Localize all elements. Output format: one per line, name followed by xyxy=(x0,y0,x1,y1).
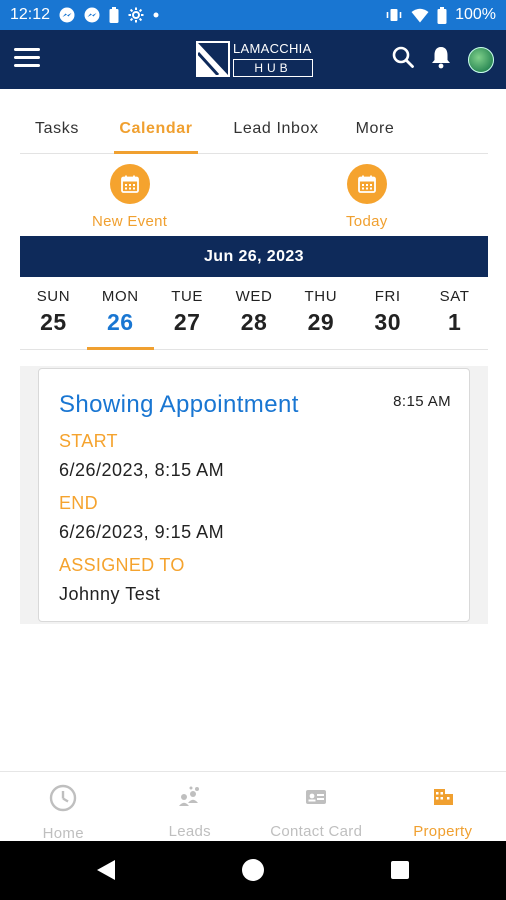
day-sat[interactable]: SAT 1 xyxy=(421,288,488,349)
calendar-icon xyxy=(346,164,387,204)
tab-calendar[interactable]: Calendar xyxy=(114,108,198,154)
vibrate-icon xyxy=(385,7,403,23)
tab-lead-inbox[interactable]: Lead Inbox xyxy=(226,108,326,153)
menu-button[interactable] xyxy=(14,48,40,70)
logo-bottom-text: HUB xyxy=(233,59,313,77)
date-banner: Jun 26, 2023 xyxy=(20,236,488,277)
assigned-value: Johnny Test xyxy=(59,584,161,604)
lamacchia-logo[interactable]: LAMACCHIA HUB xyxy=(196,41,314,77)
bell-icon[interactable] xyxy=(430,45,452,74)
day-name: SUN xyxy=(36,288,71,305)
event-card[interactable]: Showing Appointment 8:15 AM START 6/26/2… xyxy=(38,368,470,622)
day-number: 30 xyxy=(374,309,402,335)
recents-icon[interactable] xyxy=(390,860,410,885)
battery-icon xyxy=(437,6,447,24)
day-name: TUE xyxy=(171,288,204,305)
avatar[interactable] xyxy=(468,46,494,73)
logo-top-text: LAMACCHIA xyxy=(233,41,312,56)
event-time: 8:15 AM xyxy=(393,393,451,410)
status-bar: 12:12 100% xyxy=(0,0,506,30)
events-list: Showing Appointment 8:15 AM START 6/26/2… xyxy=(20,366,488,624)
menu-icon xyxy=(14,64,40,67)
new-event-label: New Event xyxy=(92,213,168,230)
nav-label: Leads xyxy=(168,823,211,840)
today-label: Today xyxy=(346,213,388,230)
nav-contact-card[interactable]: Contact Card xyxy=(253,772,380,841)
tab-more[interactable]: More xyxy=(348,108,402,153)
back-icon[interactable] xyxy=(96,859,116,886)
home-icon[interactable] xyxy=(241,858,265,887)
dot-icon xyxy=(153,12,159,18)
end-value: 6/26/2023, 9:15 AM xyxy=(59,522,225,542)
day-number: 29 xyxy=(307,309,335,335)
system-navigation-bar xyxy=(0,841,506,900)
nav-label: Property xyxy=(413,823,473,840)
top-tabs: Tasks Calendar Lead Inbox More xyxy=(20,108,488,154)
calendar-icon xyxy=(109,164,150,204)
nav-leads[interactable]: Leads xyxy=(127,772,254,841)
week-strip: SUN 25 MON 26 TUE 27 WED 28 THU 29 FRI 3… xyxy=(20,288,488,350)
bottom-nav: Home Leads Contact Card Property xyxy=(0,771,506,842)
new-event-button[interactable]: New Event xyxy=(92,164,167,230)
day-name: SAT xyxy=(439,288,470,305)
tab-tasks[interactable]: Tasks xyxy=(20,108,94,153)
day-name: WED xyxy=(235,288,273,305)
assigned-label: ASSIGNED TO xyxy=(59,555,185,575)
day-name: THU xyxy=(304,288,338,305)
battery-percent: 100% xyxy=(455,6,496,23)
contact-card-icon xyxy=(304,784,328,815)
start-value: 6/26/2023, 8:15 AM xyxy=(59,460,225,480)
day-wed[interactable]: WED 28 xyxy=(221,288,288,349)
day-name: FRI xyxy=(374,288,401,305)
battery-alert-icon xyxy=(109,7,119,23)
day-name: MON xyxy=(101,288,139,305)
logo-mark-icon xyxy=(196,41,230,77)
day-thu[interactable]: THU 29 xyxy=(287,288,354,349)
status-time: 12:12 xyxy=(10,6,51,23)
property-icon xyxy=(431,784,455,815)
nav-label: Home xyxy=(42,825,84,842)
day-sun[interactable]: SUN 25 xyxy=(20,288,87,349)
calendar-quick-actions: New Event Today xyxy=(20,164,488,234)
day-number: 27 xyxy=(173,309,201,335)
event-title: Showing Appointment xyxy=(59,391,299,418)
day-mon[interactable]: MON 26 xyxy=(86,288,154,350)
menu-icon xyxy=(14,56,40,59)
day-fri[interactable]: FRI 30 xyxy=(354,288,421,349)
day-number: 28 xyxy=(240,309,268,335)
nav-property[interactable]: Property xyxy=(380,772,506,841)
today-button[interactable]: Today xyxy=(346,164,388,230)
clock-icon xyxy=(49,784,77,817)
day-number: 1 xyxy=(447,309,462,335)
day-number: 26 xyxy=(106,309,134,335)
wifi-icon xyxy=(411,8,429,23)
nav-home[interactable]: Home xyxy=(0,772,127,842)
day-number: 25 xyxy=(40,309,67,335)
day-tue[interactable]: TUE 27 xyxy=(154,288,221,349)
leads-icon xyxy=(178,784,202,815)
search-icon[interactable] xyxy=(392,46,414,73)
messenger-icon xyxy=(84,7,100,23)
settings-icon xyxy=(128,7,144,23)
start-label: START xyxy=(59,431,118,451)
nav-label: Contact Card xyxy=(270,823,363,840)
messenger-icon xyxy=(59,7,75,23)
menu-icon xyxy=(14,48,40,51)
app-bar: LAMACCHIA HUB xyxy=(0,30,506,89)
end-label: END xyxy=(59,493,98,513)
